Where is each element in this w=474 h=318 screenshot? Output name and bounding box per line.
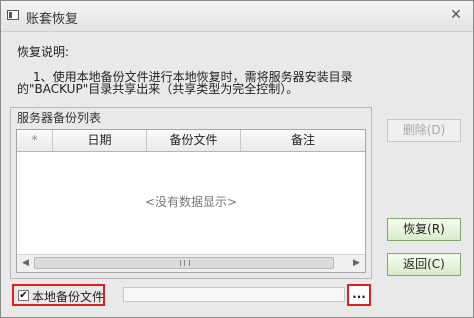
backup-table[interactable]: * 日期 备份文件 备注 <没有数据显示> ◀ ▶ <box>16 129 366 273</box>
scroll-left-icon[interactable]: ◀ <box>17 255 34 272</box>
back-button[interactable]: 返回(C) <box>387 253 461 276</box>
column-header-backup-file[interactable]: 备份文件 <box>147 130 241 151</box>
empty-table-message: <没有数据显示> <box>144 195 238 209</box>
close-button[interactable]: ✕ <box>446 5 466 25</box>
title-bar: 账套恢复 ✕ <box>1 1 473 32</box>
scroll-thumb[interactable] <box>34 257 334 269</box>
table-header: * 日期 备份文件 备注 <box>17 130 365 152</box>
local-backup-path-field[interactable] <box>123 287 345 302</box>
local-backup-option[interactable]: ✔ 本地备份文件 <box>12 284 105 306</box>
local-backup-label[interactable]: 本地备份文件 <box>32 288 104 305</box>
grip-icon <box>180 260 190 266</box>
server-backup-legend: 服务器备份列表 <box>17 111 102 125</box>
window-title: 账套恢复 <box>26 12 79 27</box>
window-icon <box>7 10 19 20</box>
browse-button[interactable]: ... <box>347 284 371 306</box>
description-line-2: 的"BACKUP"目录共享出来（共享类型为完全控制）。 <box>17 82 299 96</box>
column-header-marker[interactable]: * <box>17 130 53 151</box>
restore-button[interactable]: 恢复(R) <box>387 218 461 241</box>
delete-button[interactable]: 删除(D) <box>387 119 461 142</box>
scroll-right-icon[interactable]: ▶ <box>348 255 365 272</box>
column-header-date[interactable]: 日期 <box>53 130 147 151</box>
restore-dialog: 账套恢复 ✕ 恢复说明: 1、使用本地备份文件进行本地恢复时，需将服务器安装目录… <box>0 0 474 318</box>
horizontal-scrollbar[interactable]: ◀ ▶ <box>17 254 365 272</box>
description-heading: 恢复说明: <box>17 45 70 59</box>
local-backup-checkbox[interactable]: ✔ <box>18 290 29 301</box>
column-header-remark[interactable]: 备注 <box>241 130 365 151</box>
